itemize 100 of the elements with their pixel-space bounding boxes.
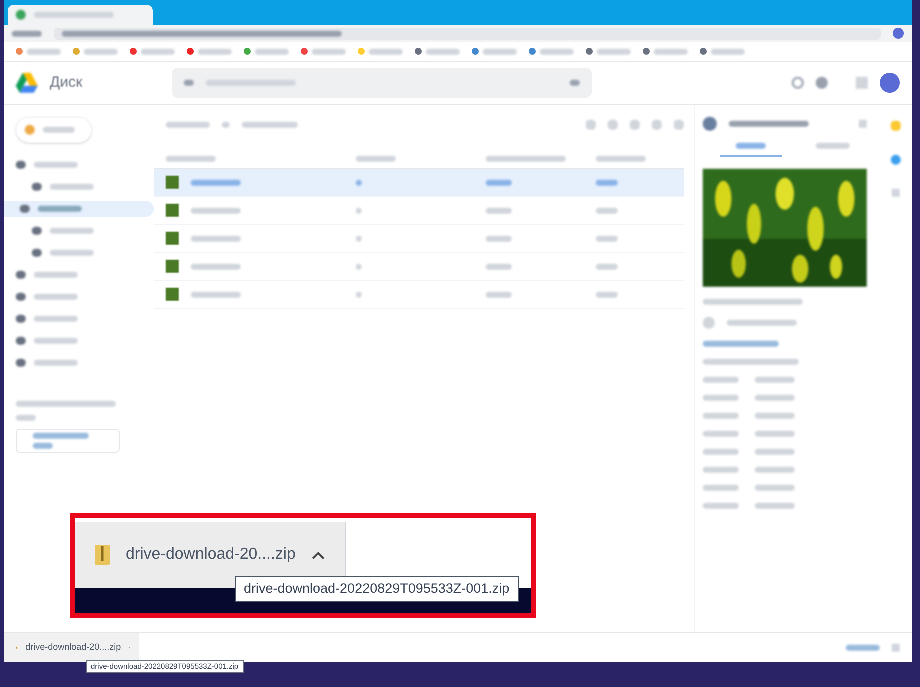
blurred-text [141,48,175,54]
blurred-text [703,413,739,419]
blurred-text [50,228,94,234]
app-title: Диск [50,72,84,93]
download-tooltip: drive-download-20220829T095533Z-001.zip [235,576,519,602]
bookmark-favicon-icon[interactable] [130,48,137,55]
bookmark-favicon-icon[interactable] [73,48,80,55]
close-icon[interactable] [892,644,900,652]
blurred-text [356,156,396,162]
folder-icon [16,359,26,367]
blurred-text [356,292,362,298]
blurred-text [596,156,646,162]
blurred-text [312,48,346,54]
blurred-text [816,143,850,149]
blurred-text [596,236,618,242]
file-row[interactable] [154,169,684,197]
bookmark-favicon-icon[interactable] [415,48,422,55]
image-thumbnail-icon [166,288,179,301]
apps-icon[interactable] [856,77,868,89]
blurred-text [356,264,362,270]
blurred-text [755,431,795,437]
bookmark-favicon-icon[interactable] [643,48,650,55]
bookmark-favicon-icon[interactable] [244,48,251,55]
blurred-text [755,485,795,491]
blurred-text [703,467,739,473]
drive-logo-icon [16,73,38,93]
buy-storage-button[interactable] [16,429,120,453]
blurred-text [222,122,230,128]
blurred-text [16,415,36,421]
keep-icon[interactable] [890,121,900,131]
bookmark-favicon-icon[interactable] [700,48,707,55]
blurred-text [727,320,797,326]
blurred-text [43,127,75,133]
blurred-text [184,80,194,86]
search-field[interactable] [172,68,592,98]
blurred-text [596,208,618,214]
create-button[interactable] [16,117,92,143]
bookmark-favicon-icon[interactable] [586,48,593,55]
blurred-text [703,485,739,491]
download-item[interactable]: drive-download-20....zip [4,633,139,662]
download-filename: drive-download-20....zip [26,640,122,654]
zip-archive-icon [95,545,110,565]
bookmark-favicon-icon[interactable] [16,48,23,55]
blurred-text [166,122,210,128]
blurred-text [34,338,78,344]
bookmark-favicon-icon[interactable] [529,48,536,55]
image-thumbnail-icon [166,204,179,217]
blurred-text [703,431,739,437]
close-icon[interactable] [859,120,867,128]
blurred-text [12,30,42,36]
folder-icon [32,183,42,191]
help-icon[interactable] [792,77,804,89]
image-type-icon [703,117,717,131]
blurred-text [369,48,403,54]
folder-icon [16,293,26,301]
avatar-icon[interactable] [880,73,900,93]
blurred-text [27,48,61,54]
properties-tab[interactable] [720,143,782,157]
blurred-text [755,377,795,383]
blurred-text [198,48,232,54]
drive-favicon-icon [16,10,26,20]
add-icon[interactable] [892,189,900,197]
blurred-text [426,48,460,54]
avatar-icon[interactable] [893,28,904,39]
blurred-text [486,208,512,214]
caret-icon[interactable] [312,550,325,560]
download-filename: drive-download-20....zip [126,545,296,565]
toolbar-icon[interactable] [674,120,684,130]
blurred-text [33,443,53,449]
blurred-text [570,80,580,86]
blurred-text [846,644,880,650]
blurred-text [50,184,94,190]
blurred-text [34,294,78,300]
blurred-text [755,449,795,455]
blurred-text [191,236,241,242]
blurred-text [50,250,94,256]
url-field[interactable] [54,28,881,40]
settings-icon[interactable] [816,77,828,89]
browser-tab[interactable] [8,5,153,25]
toolbar-icon[interactable] [630,120,640,130]
blurred-text [34,272,78,278]
folder-icon [32,249,42,257]
sidebar-item[interactable] [4,201,154,217]
blurred-text [356,208,362,214]
blurred-text [755,395,795,401]
blurred-text [486,236,512,242]
blurred-text [711,48,745,54]
blurred-text [596,292,618,298]
blurred-text [596,264,618,270]
bookmark-favicon-icon[interactable] [472,48,479,55]
blurred-text [540,48,574,54]
toolbar-icon[interactable] [586,120,596,130]
tasks-icon[interactable] [890,155,900,165]
bookmark-favicon-icon[interactable] [187,48,194,55]
blurred-text [703,377,739,383]
blurred-text [755,467,795,473]
toolbar-icon[interactable] [652,120,662,130]
folder-icon [16,271,26,279]
bookmark-favicon-icon[interactable] [301,48,308,55]
toolbar-icon[interactable] [608,120,618,130]
